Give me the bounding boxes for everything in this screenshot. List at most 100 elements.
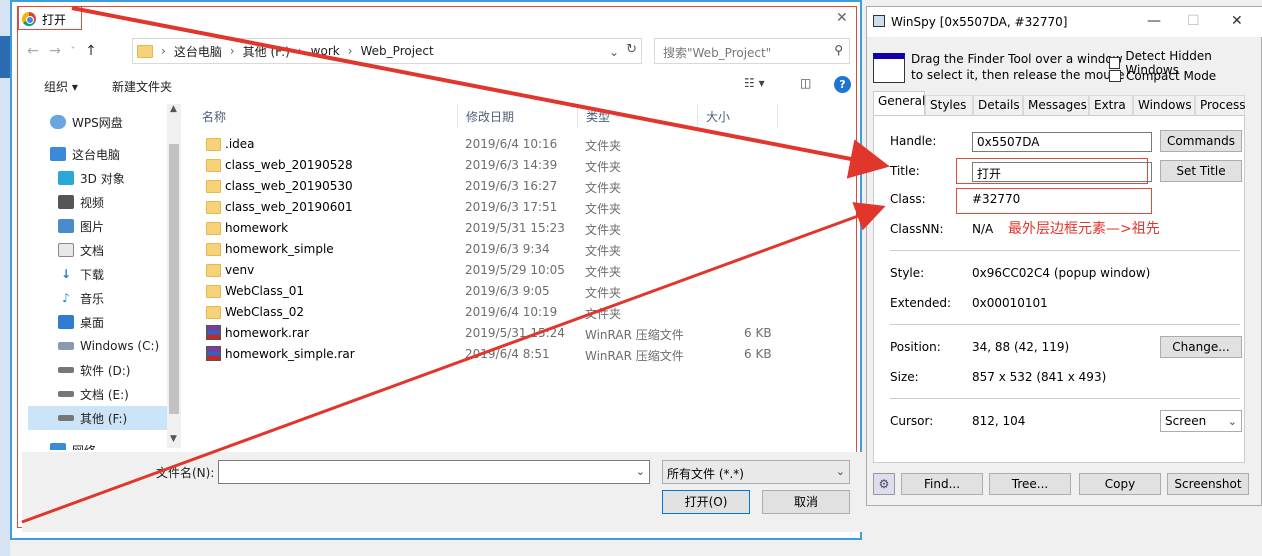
handle-field[interactable]: 0x5507DA — [972, 132, 1152, 152]
column-header-name[interactable]: 名称 — [194, 104, 458, 128]
tab-process[interactable]: Process — [1195, 95, 1246, 115]
winspy-window: WinSpy [0x5507DA, #32770] — ☐ ✕ Drag the… — [866, 6, 1262, 506]
commands-button[interactable]: Commands — [1160, 130, 1242, 152]
table-row[interactable]: venv 2019/5/29 10:05 文件夹 — [194, 260, 854, 281]
find-button[interactable]: Find... — [901, 473, 983, 495]
help-icon[interactable]: ? — [834, 76, 851, 93]
breadcrumb-item[interactable]: 其他 (F:) — [243, 43, 290, 60]
table-row[interactable]: WebClass_01 2019/6/3 9:05 文件夹 — [194, 281, 854, 302]
tab-styles[interactable]: Styles — [925, 95, 973, 115]
chevron-down-icon[interactable]: ⌄ — [636, 465, 645, 478]
filename-input[interactable]: ⌄ — [218, 460, 650, 484]
recent-dropdown-icon[interactable]: ˅ — [66, 46, 80, 57]
table-row[interactable]: homework 2019/5/31 15:23 文件夹 — [194, 218, 854, 239]
nav-item-drive-e[interactable]: 文档 (E:) — [28, 382, 180, 406]
column-header-date[interactable]: 修改日期 — [458, 104, 578, 128]
general-tab-panel: Handle: 0x5507DA Commands Title: 打开 Set … — [873, 115, 1245, 463]
organize-button[interactable]: 组织 ▾ — [44, 78, 78, 95]
tab-extra[interactable]: Extra — [1089, 95, 1133, 115]
tab-details[interactable]: Details — [973, 95, 1023, 115]
minimize-icon[interactable]: — — [1147, 13, 1161, 29]
cancel-button[interactable]: 取消 — [762, 490, 850, 514]
preview-pane-icon[interactable]: ◫ — [800, 76, 811, 90]
tab-general[interactable]: General — [873, 91, 925, 115]
set-title-button[interactable]: Set Title — [1160, 160, 1242, 182]
refresh-icon[interactable]: ↻ — [626, 42, 637, 57]
table-row[interactable]: homework.rar 2019/5/31 15:24 WinRAR 压缩文件 6 … — [194, 323, 854, 344]
nav-item-drive-f[interactable]: 其他 (F:) — [28, 406, 180, 430]
nav-item-desktop[interactable]: 桌面 — [28, 310, 180, 334]
table-row[interactable]: homework_simple.rar 2019/6/4 8:51 WinRAR 压… — [194, 344, 854, 365]
close-icon[interactable]: ✕ — [836, 10, 848, 26]
scrollbar-thumb[interactable] — [169, 144, 179, 414]
music-icon: ♪ — [62, 291, 70, 305]
nav-item-3d[interactable]: 3D 对象 — [28, 166, 180, 190]
breadcrumb-item[interactable]: work — [311, 44, 340, 58]
breadcrumb-item[interactable]: 这台电脑 — [174, 43, 222, 60]
chevron-right-icon[interactable]: › — [161, 44, 166, 58]
nav-item-network[interactable]: 网络 — [28, 438, 180, 450]
nav-item-pictures[interactable]: 图片 — [28, 214, 180, 238]
table-row[interactable]: class_web_20190528 2019/6/3 14:39 文件夹 — [194, 155, 854, 176]
nav-item-documents[interactable]: 文档 — [28, 238, 180, 262]
checkbox-box[interactable] — [1109, 57, 1121, 69]
nav-item-wps[interactable]: WPS网盘 — [28, 110, 180, 134]
table-row[interactable]: .idea 2019/6/4 10:16 文件夹 — [194, 134, 854, 155]
table-row[interactable]: class_web_20190601 2019/6/3 17:51 文件夹 — [194, 197, 854, 218]
maximize-icon[interactable]: ☐ — [1187, 13, 1200, 29]
chevron-right-icon[interactable]: › — [298, 44, 303, 58]
new-folder-button[interactable]: 新建文件夹 — [112, 78, 172, 95]
table-row[interactable]: homework_simple 2019/6/3 9:34 文件夹 — [194, 239, 854, 260]
nav-item-drive-d[interactable]: 软件 (D:) — [28, 358, 180, 382]
nav-item-music[interactable]: ♪ 音乐 — [28, 286, 180, 310]
winrar-archive-icon — [206, 325, 221, 340]
nav-item-label: 文档 — [80, 243, 105, 258]
chevron-down-icon[interactable]: ⌄ — [609, 45, 619, 59]
column-header-type[interactable]: 类型 — [578, 104, 698, 128]
up-arrow-icon[interactable]: ↑ — [80, 43, 102, 59]
column-header-size[interactable]: 大小 — [698, 104, 778, 128]
breadcrumb-item[interactable]: Web_Project — [361, 44, 434, 58]
file-type-select[interactable]: 所有文件 (*.*) ⌄ — [662, 460, 850, 484]
close-icon[interactable]: ✕ — [1231, 13, 1243, 29]
cursor-value: 812, 104 — [972, 414, 1026, 428]
drive-icon — [58, 415, 74, 421]
screenshot-button[interactable]: Screenshot — [1167, 473, 1249, 495]
nav-item-drive-c[interactable]: Windows (C:) — [28, 334, 180, 358]
size-value: 857 x 532 (841 x 493) — [972, 370, 1107, 384]
nav-scrollbar[interactable]: ▲ ▼ — [167, 104, 181, 448]
chevron-right-icon[interactable]: › — [348, 44, 353, 58]
copy-button[interactable]: Copy — [1079, 473, 1161, 495]
open-button[interactable]: 打开(O) — [662, 490, 750, 514]
drive-icon — [58, 391, 74, 397]
scroll-up-icon[interactable]: ▲ — [170, 104, 177, 114]
finder-tool-icon[interactable] — [873, 53, 905, 83]
compact-mode-checkbox[interactable]: Compact Mode — [1109, 69, 1216, 83]
scroll-down-icon[interactable]: ▼ — [170, 434, 177, 444]
extended-value: 0x00010101 — [972, 296, 1048, 310]
file-date-cell: 2019/6/3 17:51 — [465, 200, 558, 214]
nav-item-label: 软件 (D:) — [80, 363, 131, 378]
file-type-cell: 文件夹 — [585, 181, 622, 195]
nav-item-downloads[interactable]: ↓ 下载 — [28, 262, 180, 286]
tab-windows[interactable]: Windows — [1133, 95, 1195, 115]
gear-icon[interactable]: ⚙ — [873, 473, 895, 495]
file-name-cell: homework.rar — [225, 326, 310, 340]
nav-item-this-pc[interactable]: 这台电脑 — [28, 142, 180, 166]
change-button[interactable]: Change... — [1160, 336, 1242, 358]
forward-arrow-icon[interactable]: → — [44, 43, 66, 59]
nav-item-video[interactable]: 视频 — [28, 190, 180, 214]
checkbox-box[interactable] — [1109, 70, 1121, 82]
table-row[interactable]: WebClass_02 2019/6/4 10:19 文件夹 — [194, 302, 854, 323]
address-bar[interactable]: › 这台电脑 › 其他 (F:) › work › Web_Project ⌄ … — [132, 38, 642, 64]
tree-button[interactable]: Tree... — [989, 473, 1071, 495]
coordinate-mode-select[interactable]: Screen ⌄ — [1160, 410, 1242, 432]
table-row[interactable]: class_web_20190530 2019/6/3 16:27 文件夹 — [194, 176, 854, 197]
view-options-icon[interactable]: ☷ ▾ — [744, 76, 765, 90]
chevron-right-icon[interactable]: › — [230, 44, 235, 58]
back-arrow-icon[interactable]: ← — [22, 43, 44, 59]
tab-messages[interactable]: Messages — [1023, 95, 1089, 115]
search-input[interactable]: 搜索"Web_Project" ⚲ — [654, 38, 850, 64]
file-name-cell: WebClass_01 — [225, 284, 305, 298]
file-type-cell: 文件夹 — [585, 160, 622, 174]
